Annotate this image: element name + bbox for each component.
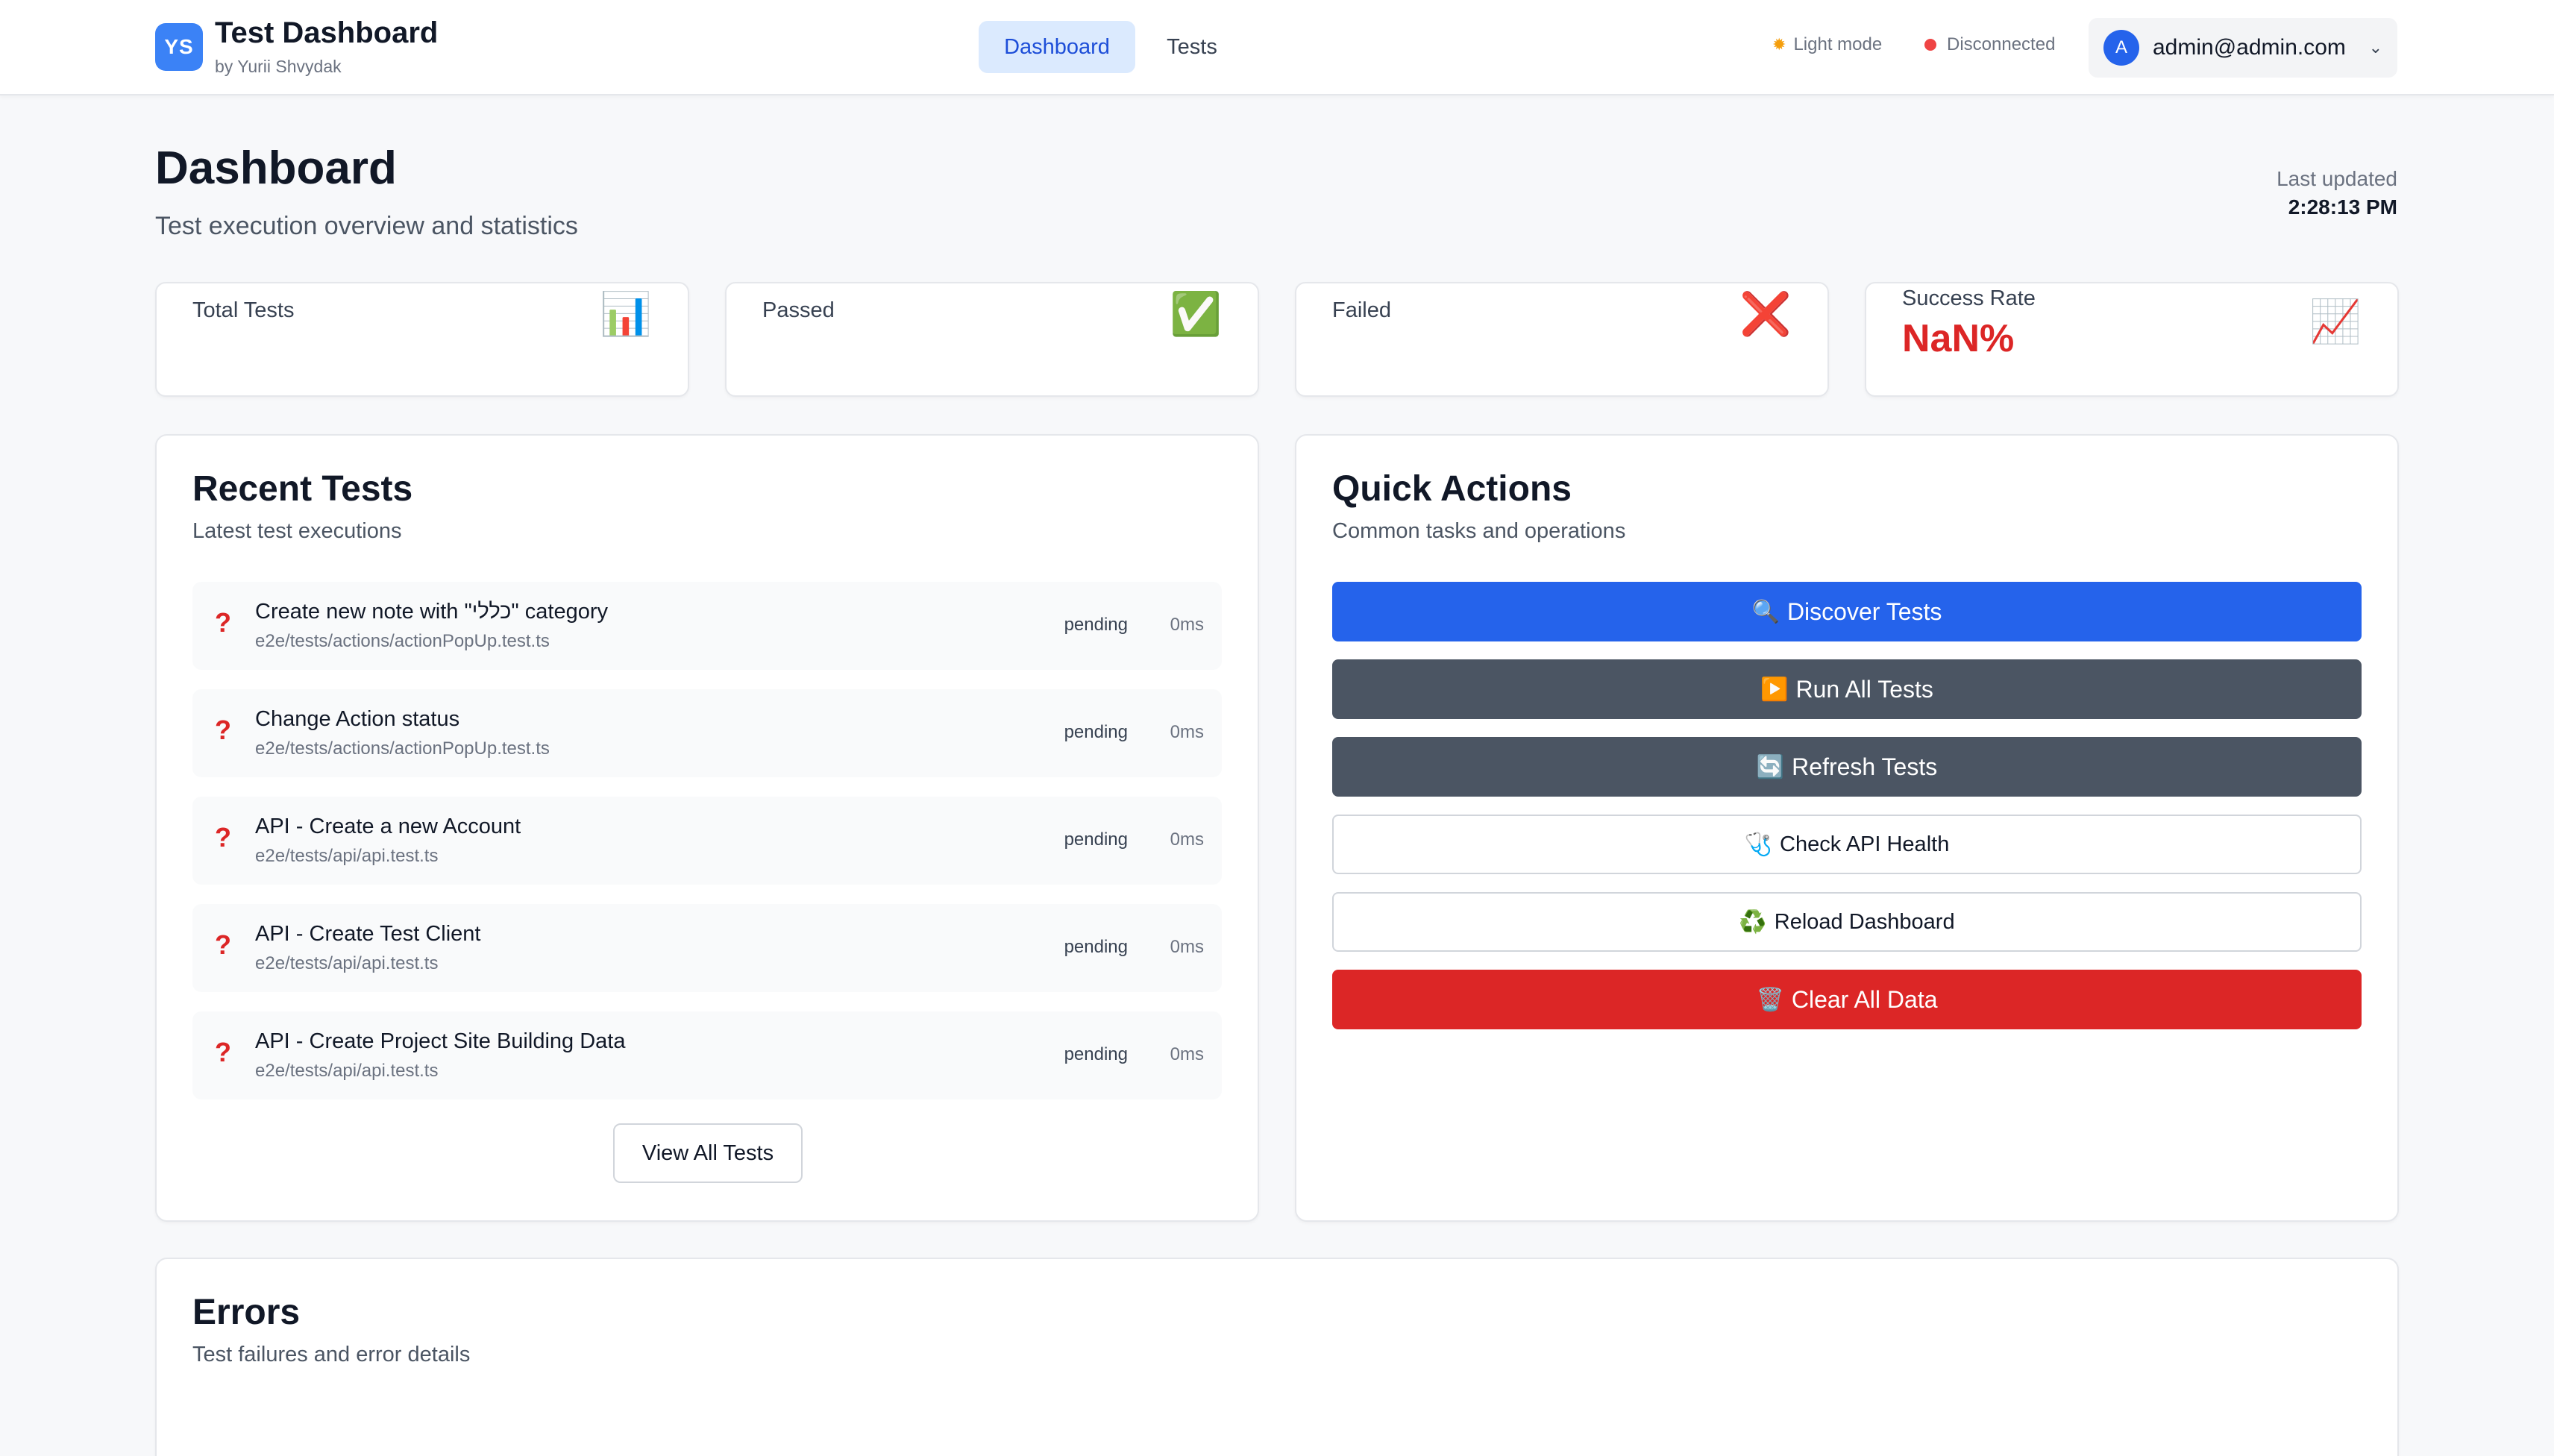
test-status: pending [1064,1044,1128,1064]
errors-title: Errors [192,1293,301,1332]
view-all-tests-button[interactable]: View All Tests [613,1123,803,1183]
run-all-tests-button[interactable]: ▶️ Run All Tests [1332,659,2362,719]
test-name: Change Action status [255,707,460,731]
stat-label: Passed [762,298,835,322]
test-duration: 0ms [1170,937,1204,957]
test-status: pending [1064,937,1128,957]
last-updated-label: Last updated [2277,167,2397,190]
connection-status: Disconnected [1924,34,2055,55]
test-path: e2e/tests/api/api.test.ts [255,1061,439,1081]
success-rate-value: NaN% [1902,317,2015,360]
chevron-down-icon: ⌄ [2368,38,2382,57]
question-icon: ? [215,929,231,960]
check-api-health-button[interactable]: 🩺 Check API Health [1332,815,2362,874]
theme-label: Light mode [1793,34,1883,54]
button-label: Run All Tests [1795,675,1933,703]
test-row[interactable]: ? Create new note with "כללי" category e… [192,582,1222,670]
user-email: admin@admin.com [2153,35,2346,60]
theme-toggle[interactable]: ✹ Light mode [1772,34,1882,55]
bar-chart-icon: 📊 [600,290,652,337]
page-subtitle: Test execution overview and statistics [155,212,578,240]
test-path: e2e/tests/api/api.test.ts [255,846,439,866]
app-title: Test Dashboard [215,16,439,49]
test-path: e2e/tests/actions/actionPopUp.test.ts [255,631,550,651]
test-row[interactable]: ? Change Action status e2e/tests/actions… [192,689,1222,777]
test-name: API - Create Test Client [255,922,481,946]
nav-tab-dashboard[interactable]: Dashboard [979,21,1135,73]
user-menu-button[interactable]: A admin@admin.com ⌄ [2089,18,2397,78]
last-updated-value: 2:28:13 PM [2288,195,2397,219]
reload-dashboard-button[interactable]: ♻️ Reload Dashboard [1332,892,2362,952]
recent-tests-panel: Recent Tests Latest test executions ? Cr… [155,434,1259,1222]
quick-actions-subtitle: Common tasks and operations [1332,519,1626,543]
button-label: Discover Tests [1786,597,1942,625]
test-path: e2e/tests/actions/actionPopUp.test.ts [255,738,550,759]
connection-label: Disconnected [1947,34,2056,54]
status-dot-icon [1924,39,1936,51]
test-status: pending [1064,615,1128,635]
stat-label: Failed [1332,298,1391,322]
trash-icon: 🗑️ [1756,987,1784,1012]
test-status: pending [1064,829,1128,850]
question-icon: ? [215,1037,231,1067]
play-icon: ▶️ [1760,677,1789,702]
nav-tab-tests[interactable]: Tests [1141,21,1243,73]
stat-card-passed: Passed ✅ [725,282,1259,397]
test-duration: 0ms [1170,722,1204,742]
check-icon: ✅ [1170,290,1222,337]
test-path: e2e/tests/api/api.test.ts [255,953,439,973]
stat-card-total: Total Tests 📊 [155,282,689,397]
quick-actions-title: Quick Actions [1332,469,1572,509]
recycle-icon: ♻️ [1739,909,1767,935]
app-subtitle: by Yurii Shvydak [215,57,342,76]
errors-panel: Errors Test failures and error details [155,1258,2399,1456]
errors-subtitle: Test failures and error details [192,1343,471,1366]
refresh-tests-button[interactable]: 🔄 Refresh Tests [1332,737,2362,797]
stat-card-success-rate: Success Rate 📈 NaN% [1865,282,2399,397]
avatar: A [2103,30,2139,66]
test-name: API - Create Project Site Building Data [255,1029,626,1053]
stat-label: Success Rate [1902,286,2036,310]
question-icon: ? [215,715,231,745]
button-label: Refresh Tests [1792,753,1938,780]
recent-tests-subtitle: Latest test executions [192,519,402,543]
top-header: YS Test Dashboard by Yurii Shvydak Dashb… [0,0,2554,95]
test-name: API - Create a new Account [255,815,521,838]
test-duration: 0ms [1170,615,1204,635]
quick-actions-panel: Quick Actions Common tasks and operation… [1295,434,2399,1222]
test-row[interactable]: ? API - Create Project Site Building Dat… [192,1011,1222,1099]
clear-all-data-button[interactable]: 🗑️ Clear All Data [1332,970,2362,1029]
test-duration: 0ms [1170,1044,1204,1064]
test-row[interactable]: ? API - Create a new Account e2e/tests/a… [192,797,1222,885]
stat-label: Total Tests [192,298,295,322]
recent-tests-title: Recent Tests [192,469,413,509]
magnifier-icon: 🔍 [1751,599,1780,624]
question-icon: ? [215,822,231,853]
refresh-icon: 🔄 [1756,754,1785,779]
trend-icon: 📈 [2309,298,2362,345]
button-label: Reload Dashboard [1774,909,1955,934]
question-icon: ? [215,607,231,638]
test-duration: 0ms [1170,829,1204,850]
stethoscope-icon: 🩺 [1744,832,1773,857]
cross-icon: ❌ [1739,290,1792,337]
page-title: Dashboard [155,142,397,194]
sun-icon: ✹ [1772,35,1786,54]
test-status: pending [1064,722,1128,742]
test-name: Create new note with "כללי" category [255,600,608,624]
dashboard-app: YS Test Dashboard by Yurii Shvydak Dashb… [0,0,2554,1456]
test-row[interactable]: ? API - Create Test Client e2e/tests/api… [192,904,1222,992]
stat-card-failed: Failed ❌ [1295,282,1829,397]
logo-badge: YS [155,23,203,71]
button-label: Clear All Data [1791,985,1938,1013]
discover-tests-button[interactable]: 🔍 Discover Tests [1332,582,2362,641]
button-label: Check API Health [1780,832,1950,856]
